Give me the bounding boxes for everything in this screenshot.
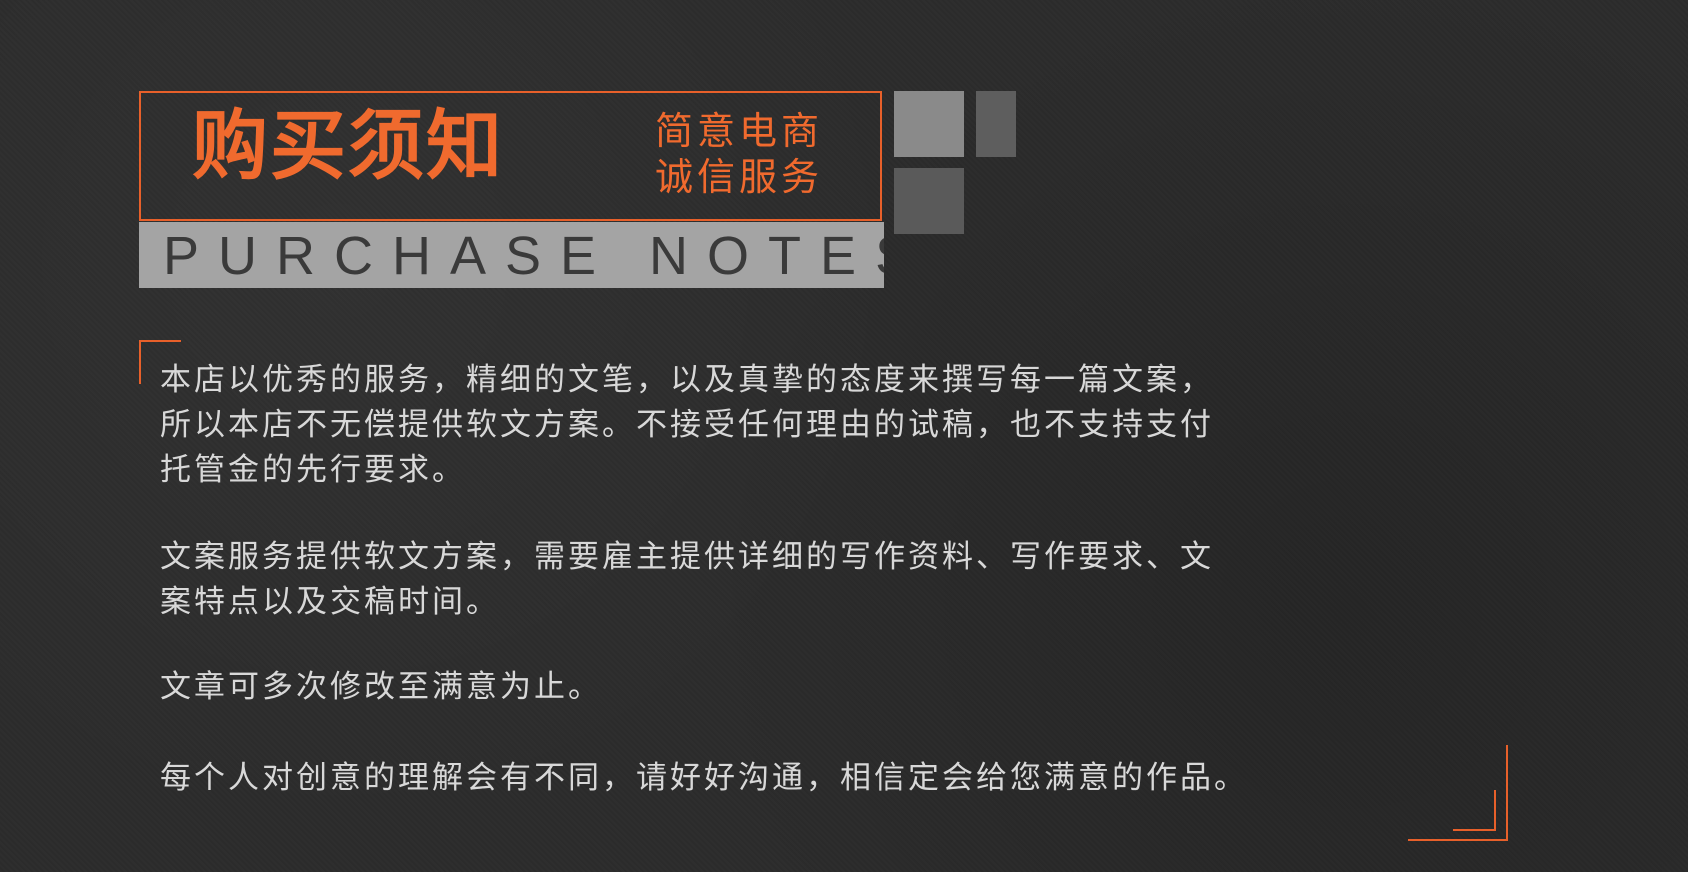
text-line: 本店以优秀的服务，精细的文笔，以及真挚的态度来撰写每一篇文案， — [160, 362, 1214, 398]
page-title: 购买须知 — [192, 101, 504, 190]
notice-paragraph-2: 文案服务提供软文方案，需要雇主提供详细的写作资料、写作要求、文 案特点以及交稿时… — [160, 535, 1360, 625]
corner-bracket-top-left — [139, 340, 181, 342]
decorative-square-dark — [894, 168, 964, 234]
corner-bracket-top-left-vertical — [139, 340, 141, 384]
decorative-square-light — [894, 91, 964, 157]
corner-bracket-bottom-right-inner-horizontal — [1453, 829, 1496, 831]
text-line: 托管金的先行要求。 — [160, 452, 466, 488]
notice-paragraph-3: 文章可多次修改至满意为止。 — [160, 665, 1360, 710]
notice-paragraph-1: 本店以优秀的服务，精细的文笔，以及真挚的态度来撰写每一篇文案， 所以本店不无偿提… — [160, 358, 1360, 493]
decorative-square-narrow — [976, 91, 1016, 157]
corner-bracket-bottom-right-inner — [1494, 790, 1496, 830]
text-line: 案特点以及交稿时间。 — [160, 584, 500, 620]
corner-bracket-bottom-right-outer — [1506, 745, 1508, 841]
text-line: 文章可多次修改至满意为止。 — [160, 669, 602, 705]
shop-slogan: 简意电商 诚信服务 — [655, 108, 823, 200]
text-line: 所以本店不无偿提供软文方案。不接受任何理由的试稿，也不支持支付 — [160, 407, 1214, 443]
corner-bracket-bottom-right-outer-horizontal — [1408, 839, 1508, 841]
text-line: 文案服务提供软文方案，需要雇主提供详细的写作资料、写作要求、文 — [160, 539, 1214, 575]
notice-paragraph-4: 每个人对创意的理解会有不同，请好好沟通，相信定会给您满意的作品。 — [160, 756, 1360, 801]
english-title-band: PURCHASE NOTES — [139, 222, 884, 288]
slogan-line-1: 简意电商 — [655, 109, 824, 153]
english-title: PURCHASE NOTES — [163, 226, 884, 286]
text-line: 每个人对创意的理解会有不同，请好好沟通，相信定会给您满意的作品。 — [160, 760, 1248, 796]
slogan-line-2: 诚信服务 — [655, 155, 824, 199]
